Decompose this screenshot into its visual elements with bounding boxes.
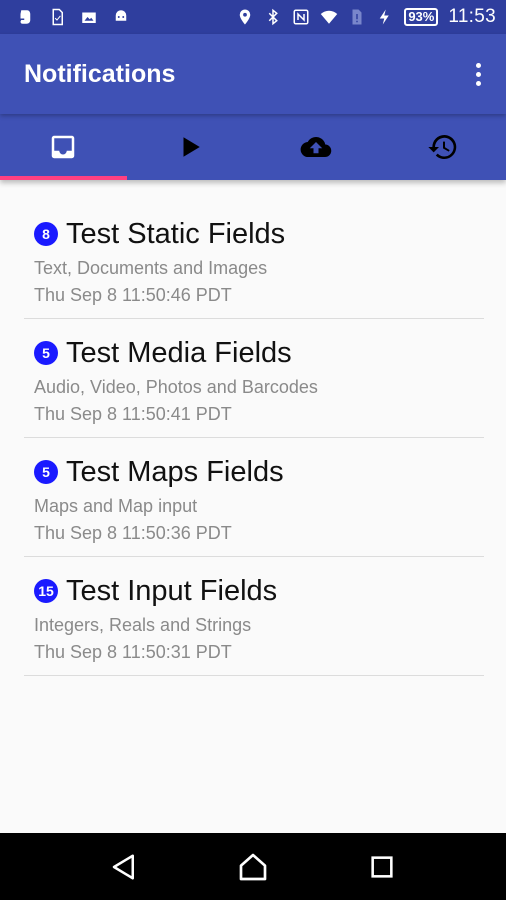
item-title: Test Maps Fields [66, 456, 284, 488]
list-item[interactable]: 5 Test Media Fields Audio, Video, Photos… [24, 319, 484, 438]
item-timestamp: Thu Sep 8 11:50:46 PDT [34, 285, 232, 305]
item-title: Test Media Fields [66, 337, 292, 369]
notification-list: 8 Test Static Fields Text, Documents and… [24, 200, 484, 676]
tab-play[interactable] [127, 114, 254, 180]
sim-card-icon [52, 8, 63, 26]
item-timestamp: Thu Sep 8 11:50:36 PDT [34, 523, 232, 543]
count-badge: 15 [34, 579, 58, 603]
list-item[interactable]: 8 Test Static Fields Text, Documents and… [24, 200, 484, 319]
tab-bar [0, 114, 506, 180]
item-header: 5 Test Maps Fields [34, 454, 484, 490]
list-item[interactable]: 15 Test Input Fields Integers, Reals and… [24, 557, 484, 676]
home-icon [239, 853, 267, 880]
battery-level: 93% [404, 8, 439, 26]
item-timestamp: Thu Sep 8 11:50:31 PDT [34, 642, 232, 662]
recents-button[interactable] [357, 842, 407, 892]
item-subtitle: Audio, Video, Photos and Barcodes [34, 377, 318, 397]
item-subtitle: Text, Documents and Images [34, 258, 268, 278]
tab-upload[interactable] [253, 114, 380, 180]
tab-inbox[interactable] [0, 114, 127, 180]
app-bar: Notifications [0, 34, 506, 114]
count-badge: 8 [34, 222, 58, 246]
item-title: Test Input Fields [66, 575, 278, 607]
count-badge: 5 [34, 460, 58, 484]
android-icon [115, 10, 127, 21]
back-icon [113, 854, 135, 879]
recents-icon [371, 855, 393, 878]
evernote-icon [20, 10, 31, 24]
navigation-bar [0, 833, 506, 900]
bluetooth-icon [269, 8, 279, 26]
item-subtitle: Integers, Reals and Strings [34, 615, 252, 635]
status-system-icons: 93% 11:53 [236, 6, 496, 28]
list-item[interactable]: 5 Test Maps Fields Maps and Map input Th… [24, 438, 484, 557]
item-header: 8 Test Static Fields [34, 216, 484, 252]
cloud-upload-icon [300, 136, 332, 158]
status-bar: 93% 11:53 [0, 0, 506, 34]
status-notification-icons [16, 8, 130, 26]
charging-icon [380, 9, 390, 25]
nfc-icon [293, 9, 309, 25]
home-button[interactable] [228, 842, 278, 892]
item-timestamp: Thu Sep 8 11:50:41 PDT [34, 404, 232, 424]
status-clock: 11:53 [448, 6, 496, 27]
history-icon [428, 135, 456, 159]
tab-history[interactable] [380, 114, 506, 180]
inbox-icon [52, 135, 75, 159]
count-badge: 5 [34, 341, 58, 365]
item-header: 15 Test Input Fields [34, 573, 484, 609]
sim-alert-icon [352, 9, 362, 25]
item-subtitle: Maps and Map input [34, 496, 198, 516]
wifi-icon [321, 10, 338, 24]
page-title: Notifications [24, 59, 176, 88]
more-vert-icon[interactable] [468, 54, 488, 94]
photo-upload-icon [82, 12, 96, 23]
item-header: 5 Test Media Fields [34, 335, 484, 371]
play-icon [183, 137, 200, 157]
back-button[interactable] [99, 842, 149, 892]
item-title: Test Static Fields [66, 218, 286, 250]
location-icon [240, 9, 251, 25]
